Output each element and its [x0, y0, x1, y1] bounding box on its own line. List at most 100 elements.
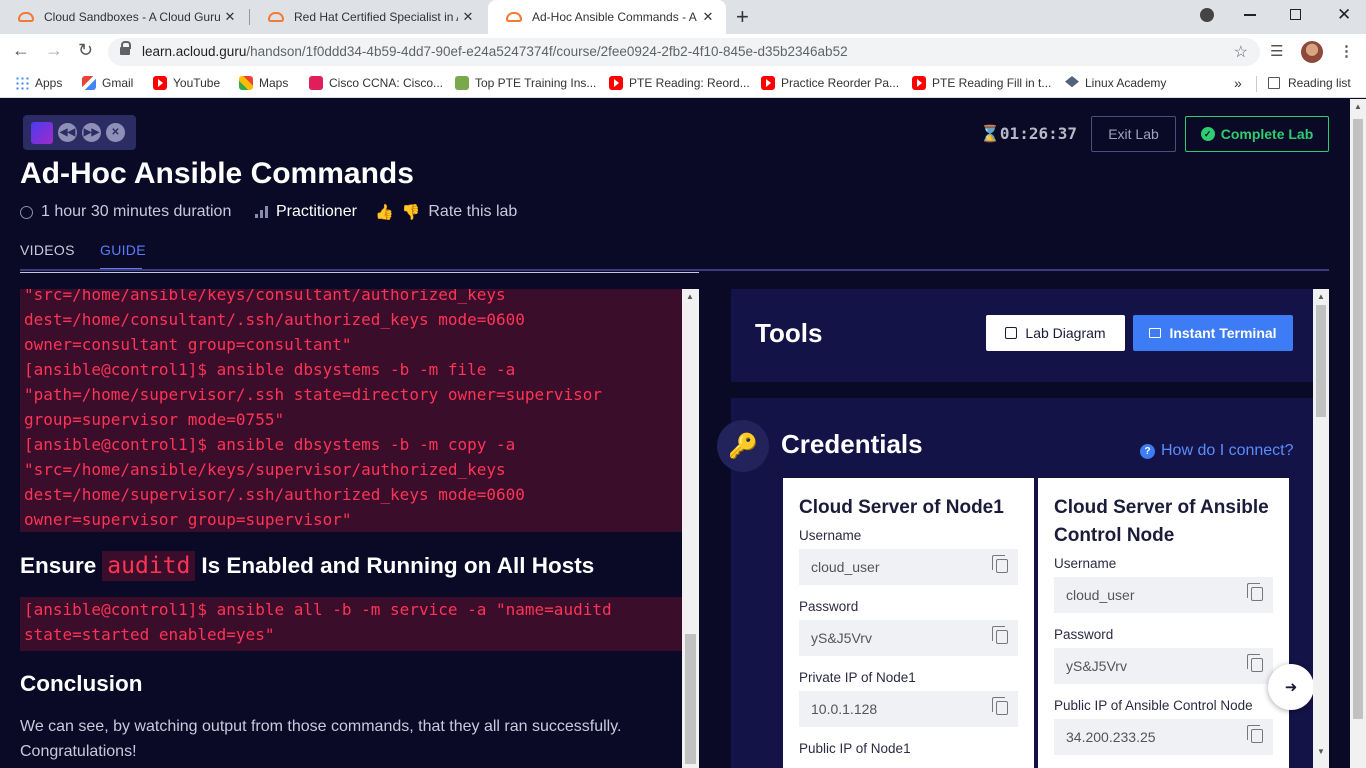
public-ip-field[interactable]: 34.200.233.25	[1054, 719, 1273, 755]
tab-videos[interactable]: VIDEOS	[20, 242, 75, 258]
media-control-icon[interactable]: ☰	[1270, 42, 1283, 60]
copy-icon[interactable]	[992, 697, 1008, 715]
linux-academy-icon	[1065, 76, 1079, 88]
credentials-scrollbar[interactable]: ▲ ▼	[1313, 289, 1329, 768]
rewind-icon[interactable]: ◀◀	[58, 123, 77, 142]
acg-logo-icon	[31, 121, 53, 144]
fast-forward-icon[interactable]: ▶▶	[82, 123, 101, 142]
restore-icon[interactable]	[1290, 9, 1301, 20]
thumbs-up-icon[interactable]: 👍	[375, 203, 394, 221]
more-bookmarks-chevron[interactable]: »	[1234, 75, 1242, 91]
bookmark-apps[interactable]: Apps	[15, 76, 62, 90]
field-label: Public IP of Ansible Control Node	[1054, 698, 1253, 713]
copy-icon[interactable]	[1247, 654, 1263, 672]
lab-duration: 1 hour 30 minutes duration	[20, 203, 231, 221]
window-close-icon[interactable]: ✕	[1337, 5, 1351, 25]
guide-pane: "src=/home/ansible/keys/consultant/autho…	[20, 289, 682, 768]
tab-title: Cloud Sandboxes - A Cloud Guru	[44, 10, 220, 24]
cisco-icon	[309, 76, 323, 90]
youtube-icon	[609, 76, 623, 90]
address-bar[interactable]: learn.acloud.guru/handson/1f0ddd34-4b59-…	[108, 38, 1260, 66]
gmail-icon	[82, 76, 96, 90]
level-bars-icon	[255, 206, 268, 218]
bookmark-pte-reading[interactable]: PTE Reading: Reord...	[609, 76, 750, 90]
field-label: Password	[799, 599, 859, 614]
password-field[interactable]: yS&J5Vrv	[799, 620, 1018, 656]
copy-icon[interactable]	[992, 626, 1008, 644]
username-field[interactable]: cloud_user	[799, 549, 1018, 585]
exit-lab-button[interactable]: Exit Lab	[1091, 116, 1176, 152]
menu-kebab-icon[interactable]: ⋮	[1339, 42, 1354, 60]
thumbs-down-icon[interactable]: 👎	[402, 203, 421, 221]
copy-icon[interactable]	[992, 555, 1008, 573]
back-arrow-icon[interactable]: ←	[12, 40, 30, 61]
reload-icon[interactable]: ↻	[78, 40, 93, 61]
field-label: Username	[1054, 556, 1117, 571]
bookmark-star-icon[interactable]: ☆	[1234, 42, 1248, 62]
rate-lab[interactable]: 👍 👎 Rate this lab	[375, 203, 517, 221]
tab-search-icon[interactable]	[1200, 8, 1214, 22]
profile-avatar[interactable]	[1301, 41, 1323, 63]
guide-scrollbar[interactable]: ▲	[682, 289, 699, 768]
scrollbar-thumb[interactable]	[1353, 119, 1363, 719]
acg-cloud-icon	[268, 12, 284, 22]
clock-icon	[20, 205, 33, 219]
inline-code: auditd	[102, 551, 196, 581]
scrollbar-thumb[interactable]	[1316, 305, 1326, 417]
reading-list-button[interactable]: Reading list	[1268, 76, 1351, 90]
browser-tab-bar: Cloud Sandboxes - A Cloud Guru ✕ Red Hat…	[0, 0, 1366, 34]
credential-card-control-node: Cloud Server of Ansible Control Node Use…	[1038, 478, 1289, 768]
bookmark-youtube[interactable]: YouTube	[153, 76, 220, 90]
minimize-icon[interactable]	[1244, 14, 1256, 16]
scrollbar-thumb[interactable]	[685, 634, 696, 764]
lab-page: ◀◀ ▶▶ ✕ ⌛01:26:37 Exit Lab ✓ Complete La…	[0, 99, 1350, 768]
new-tab-button[interactable]: +	[736, 4, 749, 30]
lab-level: Practitioner	[255, 203, 357, 221]
bookmark-maps[interactable]: Maps	[239, 76, 288, 90]
password-field[interactable]: yS&J5Vrv	[1054, 648, 1273, 684]
lock-icon	[120, 41, 131, 57]
field-label: Public IP of Node1	[799, 741, 911, 756]
scroll-up-icon[interactable]: ▲	[686, 292, 694, 301]
tools-heading: Tools	[755, 318, 823, 348]
next-card-arrow-icon[interactable]: ➜	[1268, 664, 1314, 710]
credential-card-node1: Cloud Server of Node1 Username cloud_use…	[783, 478, 1034, 768]
page-title: Ad-Hoc Ansible Commands	[20, 157, 414, 190]
copy-icon[interactable]	[1247, 583, 1263, 601]
terminal-icon	[1149, 328, 1162, 338]
tab-close-icon[interactable]: ✕	[698, 9, 718, 25]
instant-terminal-button[interactable]: Instant Terminal	[1133, 315, 1293, 351]
browser-toolbar: ← → ↻ learn.acloud.guru/handson/1f0ddd34…	[0, 34, 1366, 70]
how-to-connect-link[interactable]: ? How do I connect?	[1140, 442, 1294, 460]
scroll-up-icon[interactable]: ▲	[1354, 102, 1362, 111]
private-ip-field[interactable]: 10.0.1.128	[799, 691, 1018, 727]
complete-lab-button[interactable]: ✓ Complete Lab	[1185, 116, 1329, 152]
scroll-down-icon[interactable]: ▼	[1317, 747, 1325, 756]
tab-close-icon[interactable]: ✕	[458, 9, 478, 25]
lab-diagram-button[interactable]: Lab Diagram	[986, 315, 1125, 351]
bookmark-divider	[1256, 76, 1257, 92]
guide-divider	[20, 272, 699, 273]
reading-list-icon	[1268, 77, 1280, 89]
copy-icon[interactable]	[1247, 725, 1263, 743]
browser-tab-redhat[interactable]: Red Hat Certified Specialist in An ✕	[250, 0, 486, 34]
close-player-icon[interactable]: ✕	[106, 123, 125, 142]
forward-arrow-icon[interactable]: →	[45, 40, 63, 61]
bookmark-gmail[interactable]: Gmail	[82, 76, 133, 90]
scroll-up-icon[interactable]: ▲	[1317, 292, 1325, 301]
code-block: [ansible@control1]$ ansible all -b -m se…	[20, 597, 682, 651]
browser-tab-adhoc[interactable]: Ad-Hoc Ansible Commands - A C ✕	[488, 0, 726, 34]
bookmark-linux-academy[interactable]: Linux Academy	[1065, 76, 1166, 90]
tab-close-icon[interactable]: ✕	[220, 9, 240, 25]
youtube-icon	[912, 76, 926, 90]
help-icon: ?	[1140, 443, 1155, 459]
diagram-icon	[1005, 327, 1018, 339]
bookmark-pte-training[interactable]: Top PTE Training Ins...	[455, 76, 596, 90]
bookmark-practice-reorder[interactable]: Practice Reorder Pa...	[761, 76, 899, 90]
bookmark-cisco[interactable]: Cisco CCNA: Cisco...	[309, 76, 443, 90]
username-field[interactable]: cloud_user	[1054, 577, 1273, 613]
bookmark-pte-fill[interactable]: PTE Reading Fill in t...	[912, 76, 1051, 90]
page-scrollbar[interactable]: ▲	[1350, 99, 1366, 768]
tab-guide[interactable]: GUIDE	[100, 242, 146, 258]
browser-tab-sandboxes[interactable]: Cloud Sandboxes - A Cloud Guru ✕	[0, 0, 248, 34]
